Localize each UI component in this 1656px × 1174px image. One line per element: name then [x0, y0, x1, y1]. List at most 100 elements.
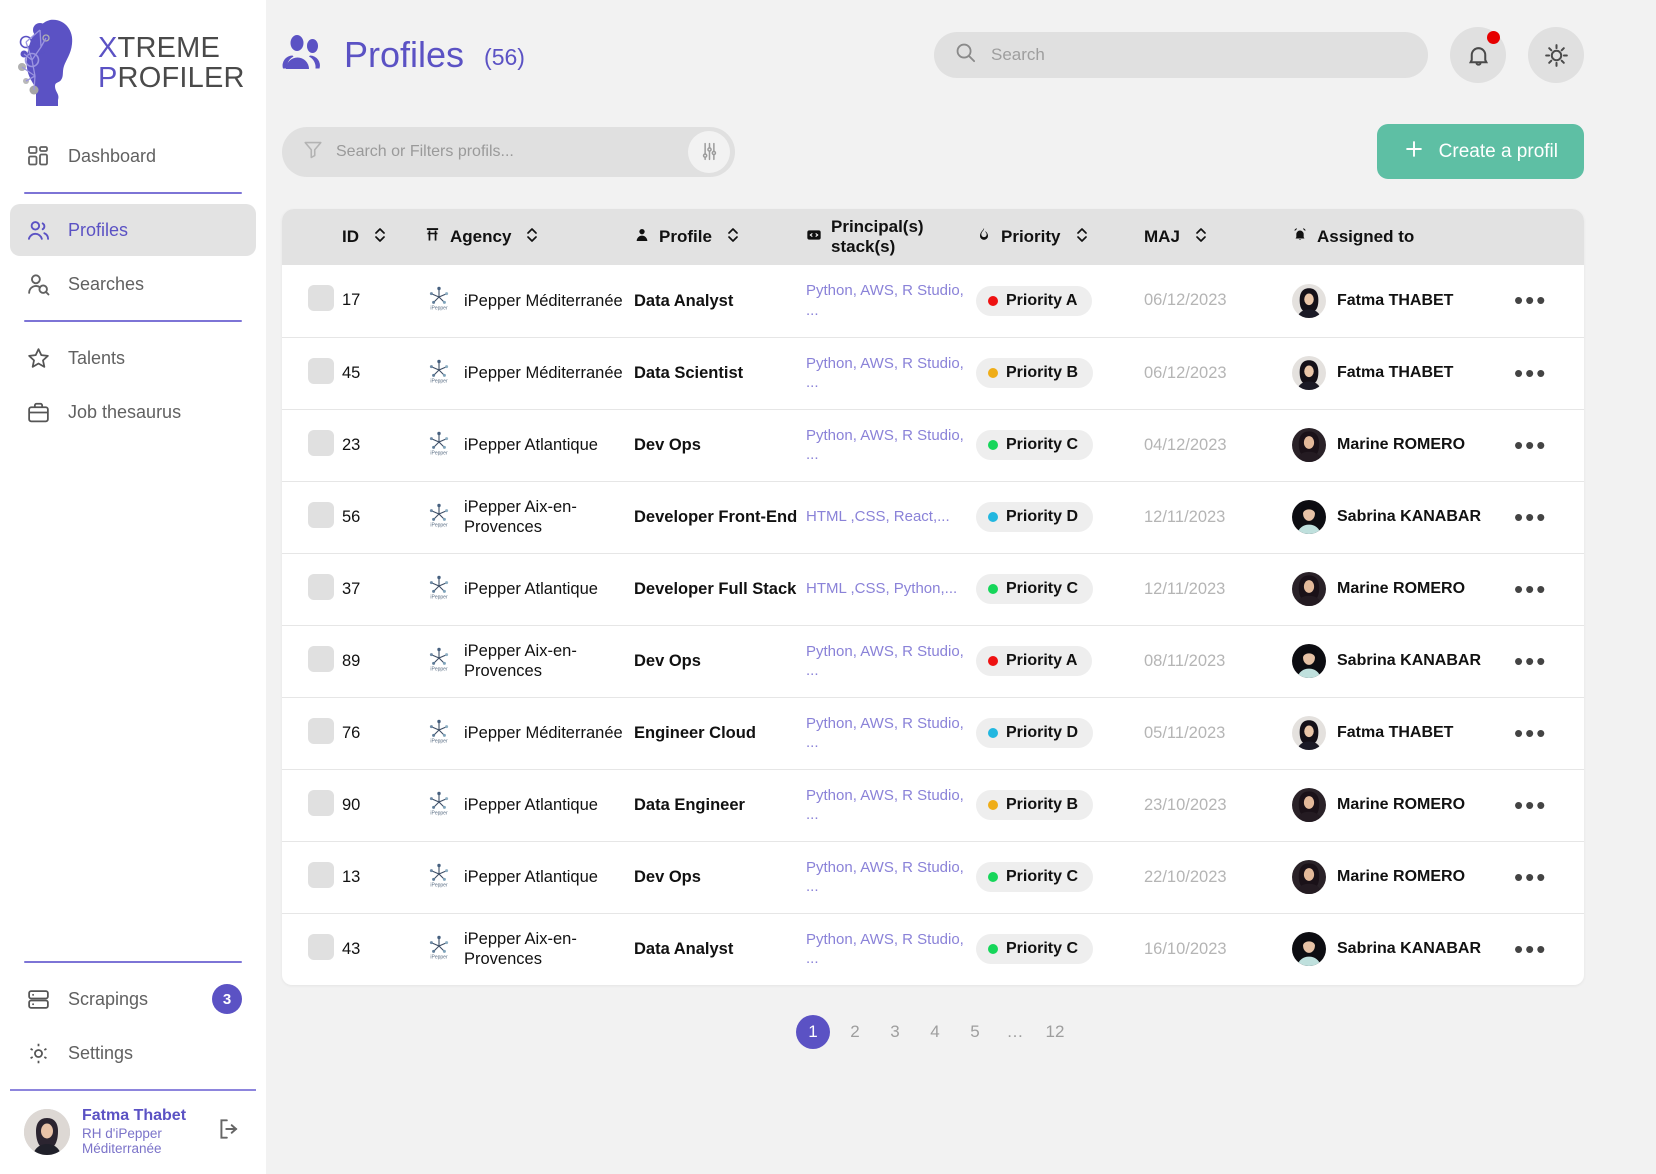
- th-id[interactable]: ID: [342, 209, 424, 265]
- th-maj[interactable]: MAJ: [1144, 209, 1292, 265]
- sort-icon[interactable]: [1076, 226, 1088, 249]
- stack-link[interactable]: HTML ,CSS, Python,...: [806, 580, 957, 597]
- stack-link[interactable]: Python, AWS, R Studio, ...: [806, 859, 964, 895]
- row-checkbox[interactable]: [308, 645, 334, 672]
- cell-stack[interactable]: Python, AWS, R Studio, ...: [806, 841, 976, 913]
- logout-icon[interactable]: [216, 1116, 242, 1147]
- row-checkbox[interactable]: [308, 357, 334, 384]
- row-checkbox-cell[interactable]: [282, 337, 342, 409]
- pagination-page[interactable]: 3: [880, 1022, 910, 1042]
- pagination-current-page[interactable]: 1: [796, 1015, 830, 1049]
- cell-actions[interactable]: •••: [1514, 409, 1584, 481]
- row-menu-button[interactable]: •••: [1514, 358, 1547, 388]
- cell-stack[interactable]: HTML ,CSS, React,...: [806, 481, 976, 553]
- row-menu-button[interactable]: •••: [1514, 502, 1547, 532]
- row-checkbox[interactable]: [308, 429, 334, 456]
- advanced-filters-button[interactable]: [688, 130, 730, 173]
- table-row[interactable]: 17 iPepper iPepper Méditerranée Data Analys…: [282, 265, 1584, 337]
- th-select-all[interactable]: [282, 209, 342, 265]
- row-menu-button[interactable]: •••: [1514, 934, 1547, 964]
- table-row[interactable]: 23 iPepper iPepper Atlantique Dev Ops Python…: [282, 409, 1584, 481]
- stack-link[interactable]: Python, AWS, R Studio, ...: [806, 931, 964, 967]
- cell-actions[interactable]: •••: [1514, 769, 1584, 841]
- cell-actions[interactable]: •••: [1514, 913, 1584, 985]
- stack-link[interactable]: Python, AWS, R Studio, ...: [806, 427, 964, 463]
- th-profile[interactable]: Profile: [634, 209, 806, 265]
- sidebar-item-settings[interactable]: Settings: [10, 1027, 256, 1079]
- table-row[interactable]: 13 iPepper iPepper Atlantique Dev Ops Python…: [282, 841, 1584, 913]
- stack-link[interactable]: Python, AWS, R Studio, ...: [806, 643, 964, 679]
- table-row[interactable]: 45 iPepper iPepper Méditerranée Data Scient…: [282, 337, 1584, 409]
- cell-stack[interactable]: HTML ,CSS, Python,...: [806, 553, 976, 625]
- sort-icon[interactable]: [526, 226, 538, 249]
- row-checkbox-cell[interactable]: [282, 769, 342, 841]
- sidebar-user-card[interactable]: Fatma Thabet RH d'iPepper Méditerranée: [10, 1091, 256, 1174]
- row-checkbox[interactable]: [308, 717, 334, 744]
- cell-stack[interactable]: Python, AWS, R Studio, ...: [806, 265, 976, 337]
- row-checkbox-cell[interactable]: [282, 265, 342, 337]
- cell-actions[interactable]: •••: [1514, 337, 1584, 409]
- sort-icon[interactable]: [374, 226, 386, 249]
- row-checkbox[interactable]: [308, 501, 334, 528]
- cell-stack[interactable]: Python, AWS, R Studio, ...: [806, 625, 976, 697]
- cell-stack[interactable]: Python, AWS, R Studio, ...: [806, 913, 976, 985]
- row-menu-button[interactable]: •••: [1514, 574, 1547, 604]
- row-checkbox-cell[interactable]: [282, 553, 342, 625]
- stack-link[interactable]: Python, AWS, R Studio, ...: [806, 787, 964, 823]
- table-row[interactable]: 56 iPepper iPepper Aix-en-Provences Develop…: [282, 481, 1584, 553]
- row-checkbox[interactable]: [308, 285, 334, 312]
- notifications-button[interactable]: [1450, 27, 1506, 83]
- row-menu-button[interactable]: •••: [1514, 862, 1547, 892]
- row-checkbox-cell[interactable]: [282, 481, 342, 553]
- sort-icon[interactable]: [1195, 226, 1207, 249]
- stack-link[interactable]: Python, AWS, R Studio, ...: [806, 355, 964, 391]
- row-checkbox-cell[interactable]: [282, 409, 342, 481]
- table-row[interactable]: 43 iPepper iPepper Aix-en-Provences Data An…: [282, 913, 1584, 985]
- row-menu-button[interactable]: •••: [1514, 285, 1547, 315]
- global-search[interactable]: [934, 32, 1428, 78]
- cell-stack[interactable]: Python, AWS, R Studio, ...: [806, 337, 976, 409]
- cell-actions[interactable]: •••: [1514, 841, 1584, 913]
- sidebar-item-profiles[interactable]: Profiles: [10, 204, 256, 256]
- search-input[interactable]: [991, 45, 1408, 65]
- row-checkbox-cell[interactable]: [282, 625, 342, 697]
- table-row[interactable]: 37 iPepper iPepper Atlantique Developer Ful…: [282, 553, 1584, 625]
- cell-stack[interactable]: Python, AWS, R Studio, ...: [806, 697, 976, 769]
- brand-logo[interactable]: XTREME PROFILER: [0, 0, 266, 122]
- cell-stack[interactable]: Python, AWS, R Studio, ...: [806, 769, 976, 841]
- sort-icon[interactable]: [727, 226, 739, 249]
- pagination-page[interactable]: 5: [960, 1022, 990, 1042]
- cell-stack[interactable]: Python, AWS, R Studio, ...: [806, 409, 976, 481]
- stack-link[interactable]: Python, AWS, R Studio, ...: [806, 715, 964, 751]
- stack-link[interactable]: HTML ,CSS, React,...: [806, 508, 950, 525]
- row-menu-button[interactable]: •••: [1514, 646, 1547, 676]
- sidebar-item-scrapings[interactable]: Scrapings 3: [10, 973, 256, 1025]
- cell-actions[interactable]: •••: [1514, 697, 1584, 769]
- sidebar-item-dashboard[interactable]: Dashboard: [10, 130, 256, 182]
- profile-filter-box[interactable]: [282, 126, 735, 177]
- row-checkbox-cell[interactable]: [282, 841, 342, 913]
- sidebar-item-searches[interactable]: Searches: [10, 258, 256, 310]
- sidebar-item-talents[interactable]: Talents: [10, 332, 256, 384]
- theme-toggle-button[interactable]: [1528, 27, 1584, 83]
- row-menu-button[interactable]: •••: [1514, 430, 1547, 460]
- pagination-page[interactable]: 12: [1040, 1022, 1070, 1042]
- row-menu-button[interactable]: •••: [1514, 718, 1547, 748]
- pagination-page[interactable]: …: [1000, 1022, 1030, 1042]
- cell-actions[interactable]: •••: [1514, 265, 1584, 337]
- row-checkbox-cell[interactable]: [282, 913, 342, 985]
- cell-actions[interactable]: •••: [1514, 481, 1584, 553]
- row-checkbox-cell[interactable]: [282, 697, 342, 769]
- filter-input[interactable]: [336, 142, 676, 161]
- row-checkbox[interactable]: [308, 573, 334, 600]
- cell-actions[interactable]: •••: [1514, 553, 1584, 625]
- row-checkbox[interactable]: [308, 789, 334, 816]
- row-checkbox[interactable]: [308, 861, 334, 888]
- create-profil-button[interactable]: Create a profil: [1376, 124, 1584, 179]
- pagination-page[interactable]: 2: [840, 1022, 870, 1042]
- table-row[interactable]: 89 iPepper iPepper Aix-en-Provences Dev Ops…: [282, 625, 1584, 697]
- table-row[interactable]: 76 iPepper iPepper Méditerranée Engineer Cl…: [282, 697, 1584, 769]
- th-agency[interactable]: Agency: [424, 209, 634, 265]
- row-checkbox[interactable]: [308, 933, 334, 960]
- stack-link[interactable]: Python, AWS, R Studio, ...: [806, 282, 964, 318]
